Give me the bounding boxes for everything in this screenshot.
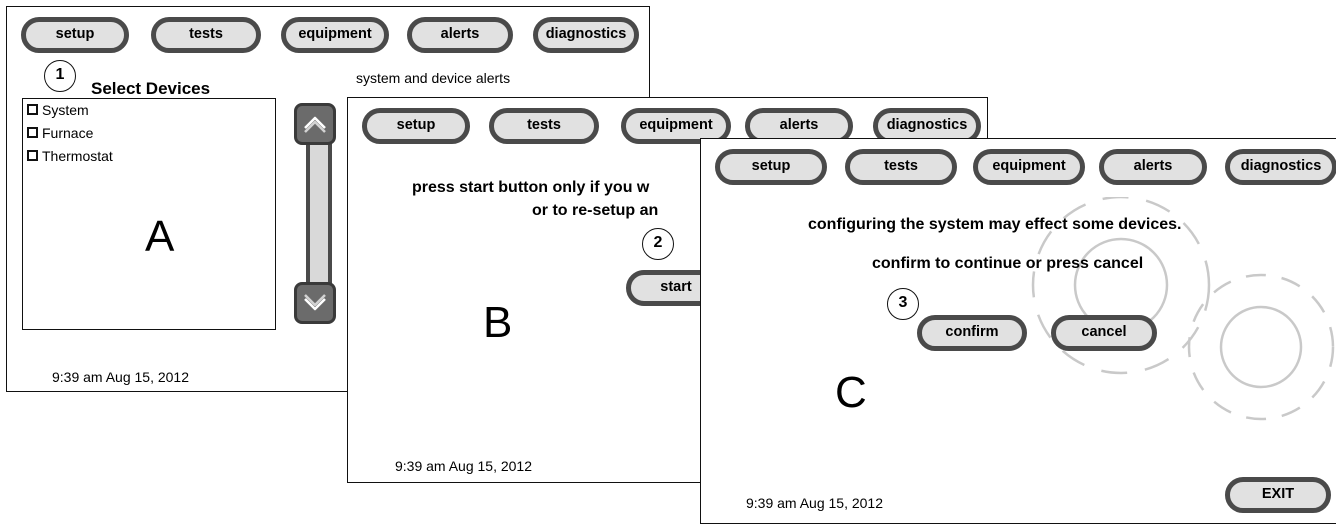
tab-equipment[interactable]: equipment (281, 17, 389, 53)
tab-setup[interactable]: setup (715, 149, 827, 185)
device-item-thermostat[interactable]: Thermostat (27, 148, 113, 164)
tab-diagnostics[interactable]: diagnostics (1225, 149, 1336, 185)
screen-c-confirm: setup tests equipment alerts diagnostics… (700, 138, 1336, 524)
chevron-up-icon (304, 116, 326, 133)
tab-setup[interactable]: setup (21, 17, 129, 53)
tab-alerts[interactable]: alerts (407, 17, 513, 53)
tab-alerts[interactable]: alerts (1099, 149, 1207, 185)
tab-setup[interactable]: setup (362, 108, 470, 144)
device-label: Furnace (42, 125, 94, 141)
device-label: System (42, 102, 89, 118)
checkbox[interactable] (27, 104, 38, 115)
checkbox[interactable] (27, 150, 38, 161)
scrollbar-track[interactable] (306, 131, 332, 301)
tab-tests[interactable]: tests (489, 108, 599, 144)
start-message-line2: or to re-setup an (532, 202, 659, 219)
alerts-subtitle: system and device alerts (356, 70, 511, 86)
device-item-system[interactable]: System (27, 102, 89, 118)
datetime-label: 9:39 am Aug 15, 2012 (52, 369, 189, 385)
step-1-marker: 1 (44, 60, 76, 92)
panel-letter-a: A (145, 212, 175, 261)
tab-diagnostics[interactable]: diagnostics (533, 17, 639, 53)
panel-letter-b: B (483, 298, 513, 347)
confirm-message-line1: configuring the system may effect some d… (808, 216, 1182, 233)
tab-equipment[interactable]: equipment (973, 149, 1085, 185)
step-2-marker: 2 (642, 228, 674, 260)
panel-letter-c: C (835, 368, 867, 417)
tab-tests[interactable]: tests (845, 149, 957, 185)
device-item-furnace[interactable]: Furnace (27, 125, 93, 141)
datetime-label: 9:39 am Aug 15, 2012 (395, 458, 532, 474)
exit-button[interactable]: EXIT (1225, 477, 1331, 513)
scroll-down-button[interactable] (294, 282, 336, 324)
scroll-up-button[interactable] (294, 103, 336, 145)
start-message-line1: press start button only if you w (412, 179, 650, 196)
checkbox[interactable] (27, 127, 38, 138)
step-3-marker: 3 (887, 288, 919, 320)
select-devices-title: Select Devices (91, 79, 211, 98)
datetime-label: 9:39 am Aug 15, 2012 (746, 495, 883, 511)
confirm-button[interactable]: confirm (917, 315, 1027, 351)
confirm-message-line2: confirm to continue or press cancel (872, 255, 1144, 272)
device-list: System Furnace Thermostat A (22, 98, 276, 330)
tab-tests[interactable]: tests (151, 17, 261, 53)
chevron-down-icon (304, 294, 326, 311)
device-label: Thermostat (42, 148, 113, 164)
cancel-button[interactable]: cancel (1051, 315, 1157, 351)
